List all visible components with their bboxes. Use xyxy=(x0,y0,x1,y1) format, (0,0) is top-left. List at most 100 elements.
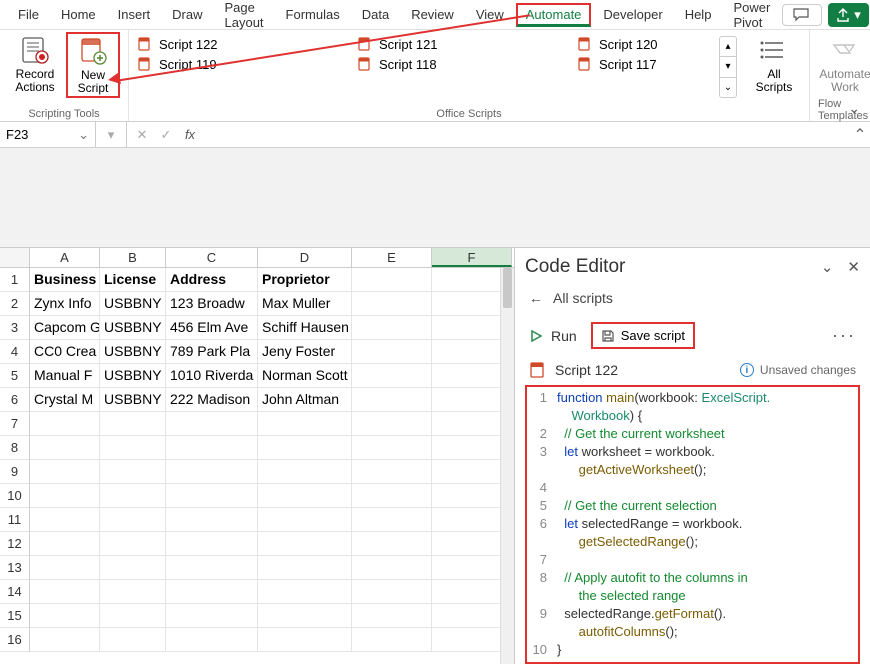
cell[interactable]: USBBNY xyxy=(100,388,166,412)
row-header[interactable]: 4 xyxy=(0,340,30,364)
row-header[interactable]: 13 xyxy=(0,556,30,580)
ribbon-tab-formulas[interactable]: Formulas xyxy=(276,3,350,26)
new-script-button[interactable]: New Script xyxy=(66,32,120,98)
cell[interactable] xyxy=(30,532,100,556)
cell[interactable] xyxy=(258,508,352,532)
cell[interactable] xyxy=(258,580,352,604)
column-header[interactable]: A xyxy=(30,248,100,267)
cell[interactable] xyxy=(30,580,100,604)
cell[interactable] xyxy=(352,316,432,340)
code-line[interactable]: getSelectedRange(); xyxy=(557,533,858,551)
select-all-corner[interactable] xyxy=(0,248,30,267)
cancel-formula-icon[interactable]: ✕ xyxy=(131,127,153,143)
cell[interactable] xyxy=(166,532,258,556)
cell[interactable]: Capcom G xyxy=(30,316,100,340)
cell[interactable] xyxy=(352,508,432,532)
record-actions-button[interactable]: Record Actions xyxy=(8,32,62,96)
cell[interactable]: Proprietor xyxy=(258,268,352,292)
cell[interactable] xyxy=(100,604,166,628)
cell[interactable]: USBBNY xyxy=(100,364,166,388)
code-line[interactable] xyxy=(557,551,858,569)
code-line[interactable]: Workbook) { xyxy=(557,407,858,425)
row-header[interactable]: 12 xyxy=(0,532,30,556)
code-line[interactable]: // Get the current worksheet xyxy=(557,425,858,443)
cell[interactable]: Business xyxy=(30,268,100,292)
ribbon-tab-developer[interactable]: Developer xyxy=(593,3,672,26)
editor-chevron-icon[interactable]: ⌄ xyxy=(821,258,834,276)
cell[interactable] xyxy=(100,508,166,532)
cell[interactable] xyxy=(30,484,100,508)
cell[interactable] xyxy=(258,556,352,580)
cell[interactable] xyxy=(166,460,258,484)
all-scripts-button[interactable]: All Scripts xyxy=(747,32,801,96)
code-line[interactable]: getActiveWorksheet(); xyxy=(557,461,858,479)
cell[interactable] xyxy=(100,580,166,604)
editor-close-icon[interactable]: ✕ xyxy=(847,258,860,276)
cell[interactable] xyxy=(352,604,432,628)
cell[interactable]: Norman Scott xyxy=(258,364,352,388)
ribbon-tab-review[interactable]: Review xyxy=(401,3,464,26)
cell[interactable] xyxy=(352,388,432,412)
cell[interactable] xyxy=(100,532,166,556)
row-header[interactable]: 16 xyxy=(0,628,30,652)
row-header[interactable]: 14 xyxy=(0,580,30,604)
cell[interactable] xyxy=(100,484,166,508)
gallery-scroll-down-icon[interactable]: ▾ xyxy=(720,57,736,77)
grid-vertical-scrollbar[interactable] xyxy=(500,268,514,664)
row-header[interactable]: 15 xyxy=(0,604,30,628)
cell[interactable] xyxy=(258,628,352,652)
cell[interactable]: USBBNY xyxy=(100,292,166,316)
cell[interactable]: Address xyxy=(166,268,258,292)
cell[interactable]: Max Muller xyxy=(258,292,352,316)
cell[interactable] xyxy=(100,436,166,460)
cell[interactable] xyxy=(258,484,352,508)
cell[interactable]: 456 Elm Ave xyxy=(166,316,258,340)
cell[interactable]: Schiff Hausen xyxy=(258,316,352,340)
script-name[interactable]: Script 122 xyxy=(555,362,618,378)
cell[interactable] xyxy=(352,484,432,508)
editor-more-button[interactable]: ··· xyxy=(832,325,856,346)
code-line[interactable]: the selected range xyxy=(557,587,858,605)
cell[interactable]: Zynx Info xyxy=(30,292,100,316)
cell[interactable] xyxy=(258,460,352,484)
cell[interactable] xyxy=(166,628,258,652)
gallery-scroll[interactable]: ▴ ▾ ⌄ xyxy=(719,36,737,98)
cell[interactable]: Manual F xyxy=(30,364,100,388)
ribbon-tab-home[interactable]: Home xyxy=(51,3,106,26)
ribbon-tab-page-layout[interactable]: Page Layout xyxy=(215,0,274,34)
row-header[interactable]: 9 xyxy=(0,460,30,484)
script-item[interactable]: Script 118 xyxy=(357,56,487,72)
code-line[interactable]: let selectedRange = workbook. xyxy=(557,515,858,533)
script-item[interactable]: Script 117 xyxy=(577,56,707,72)
ribbon-tab-help[interactable]: Help xyxy=(675,3,722,26)
code-line[interactable] xyxy=(557,479,858,497)
cell[interactable] xyxy=(30,628,100,652)
row-header[interactable]: 11 xyxy=(0,508,30,532)
row-header[interactable]: 7 xyxy=(0,412,30,436)
cell[interactable] xyxy=(166,508,258,532)
formula-input[interactable] xyxy=(205,127,850,142)
cell[interactable]: Jeny Foster xyxy=(258,340,352,364)
cell[interactable] xyxy=(258,532,352,556)
cell[interactable]: 222 Madison xyxy=(166,388,258,412)
namebox-dropdown-icon[interactable]: ▾ xyxy=(100,127,122,143)
code-line[interactable]: // Apply autofit to the columns in xyxy=(557,569,858,587)
row-header[interactable]: 2 xyxy=(0,292,30,316)
cell[interactable] xyxy=(258,412,352,436)
cell[interactable] xyxy=(352,340,432,364)
all-scripts-back-button[interactable]: ← All scripts xyxy=(525,286,860,316)
ribbon-tab-data[interactable]: Data xyxy=(352,3,399,26)
cell[interactable]: John Altman xyxy=(258,388,352,412)
cell[interactable] xyxy=(166,412,258,436)
script-item[interactable]: Script 120 xyxy=(577,36,707,52)
cell[interactable] xyxy=(258,604,352,628)
cell[interactable]: USBBNY xyxy=(100,316,166,340)
ribbon-tab-insert[interactable]: Insert xyxy=(108,3,161,26)
cell[interactable] xyxy=(352,364,432,388)
cell[interactable] xyxy=(100,412,166,436)
cell[interactable] xyxy=(166,580,258,604)
column-header[interactable]: B xyxy=(100,248,166,267)
cell[interactable] xyxy=(258,436,352,460)
fx-icon[interactable]: fx xyxy=(179,127,201,142)
cell[interactable] xyxy=(100,628,166,652)
